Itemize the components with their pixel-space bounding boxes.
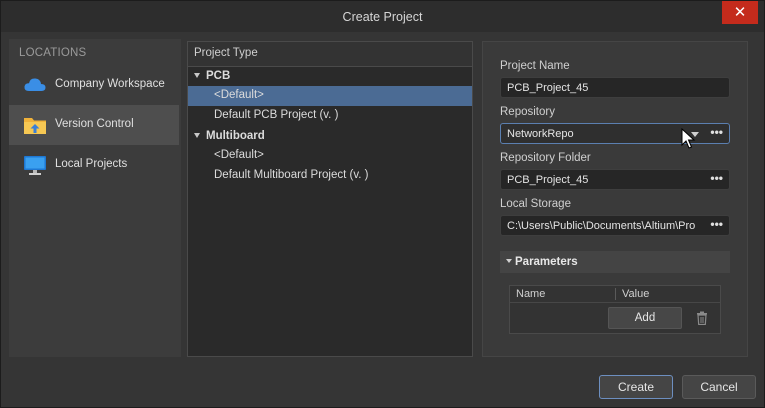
repository-label: Repository	[500, 106, 555, 118]
tree-item-label: Default Multiboard Project (v. )	[214, 169, 369, 181]
create-button[interactable]: Create	[599, 375, 673, 399]
local-storage-value: C:\Users\Public\Documents\Altium\Pro	[507, 220, 696, 232]
tree-group-label: PCB	[206, 70, 231, 82]
local-storage-input[interactable]: C:\Users\Public\Documents\Altium\Pro •••	[500, 215, 730, 236]
column-header-value[interactable]: Value	[622, 288, 649, 300]
tree-item-label: <Default>	[214, 149, 264, 161]
cancel-button[interactable]: Cancel	[682, 375, 756, 399]
project-type-header: Project Type	[188, 42, 472, 67]
collapse-arrow-icon	[506, 259, 512, 263]
repository-folder-input[interactable]: PCB_Project_45 •••	[500, 169, 730, 190]
parameters-table-header: Name Value	[510, 286, 720, 303]
location-label: Company Workspace	[55, 78, 165, 90]
repository-folder-label: Repository Folder	[500, 152, 591, 164]
project-type-panel: Project Type PCB <Default> Default PCB P…	[187, 41, 473, 357]
tree-item-label: <Default>	[214, 89, 264, 101]
title-bar: Create Project ✕	[1, 1, 764, 32]
location-label: Version Control	[55, 118, 134, 130]
local-storage-label: Local Storage	[500, 198, 571, 210]
repository-value: NetworkRepo	[507, 128, 574, 140]
project-details-panel: Project Name PCB_Project_45 Repository N…	[482, 41, 748, 357]
tree-group-pcb[interactable]: PCB	[188, 67, 472, 87]
column-header-name[interactable]: Name	[516, 288, 545, 300]
location-company-workspace[interactable]: Company Workspace	[9, 65, 179, 105]
mouse-cursor-icon	[681, 128, 696, 149]
monitor-icon	[24, 156, 46, 175]
add-parameter-button[interactable]: Add	[608, 307, 682, 329]
tree-group-label: Multiboard	[206, 130, 265, 142]
expand-arrow-icon	[194, 133, 200, 138]
close-button[interactable]: ✕	[722, 1, 758, 24]
tree-item-pcb-default-project[interactable]: Default PCB Project (v. )	[188, 106, 472, 126]
folder-upload-icon	[24, 118, 46, 134]
parameters-title: Parameters	[515, 256, 578, 268]
project-name-input[interactable]: PCB_Project_45	[500, 77, 730, 98]
column-divider[interactable]	[615, 288, 616, 300]
location-label: Local Projects	[55, 158, 128, 170]
parameters-table: Name Value Add	[509, 285, 721, 334]
cloud-icon	[24, 78, 46, 91]
project-type-header-label: Project Type	[194, 47, 258, 59]
create-project-dialog: Create Project ✕ LOCATIONS Company Works…	[0, 0, 765, 408]
more-options-icon[interactable]: •••	[710, 125, 723, 139]
more-options-icon[interactable]: •••	[710, 171, 723, 185]
project-name-label: Project Name	[500, 60, 570, 72]
parameters-section-header[interactable]: Parameters	[500, 251, 730, 273]
locations-panel: LOCATIONS Company Workspace Version Cont…	[9, 39, 181, 357]
tree-group-multiboard[interactable]: Multiboard	[188, 127, 472, 147]
tree-item-multiboard-default-project[interactable]: Default Multiboard Project (v. )	[188, 166, 472, 186]
trash-icon[interactable]	[696, 311, 708, 325]
tree-item-label: Default PCB Project (v. )	[214, 109, 339, 121]
tree-item-pcb-default[interactable]: <Default>	[188, 86, 472, 106]
more-options-icon[interactable]: •••	[710, 217, 723, 231]
repository-folder-value: PCB_Project_45	[507, 174, 589, 186]
project-name-value: PCB_Project_45	[507, 82, 589, 94]
dialog-title: Create Project	[342, 10, 423, 24]
tree-item-multiboard-default[interactable]: <Default>	[188, 146, 472, 166]
expand-arrow-icon	[194, 73, 200, 78]
location-version-control[interactable]: Version Control	[9, 105, 179, 145]
locations-heading: LOCATIONS	[19, 47, 87, 59]
location-local-projects[interactable]: Local Projects	[9, 145, 179, 185]
